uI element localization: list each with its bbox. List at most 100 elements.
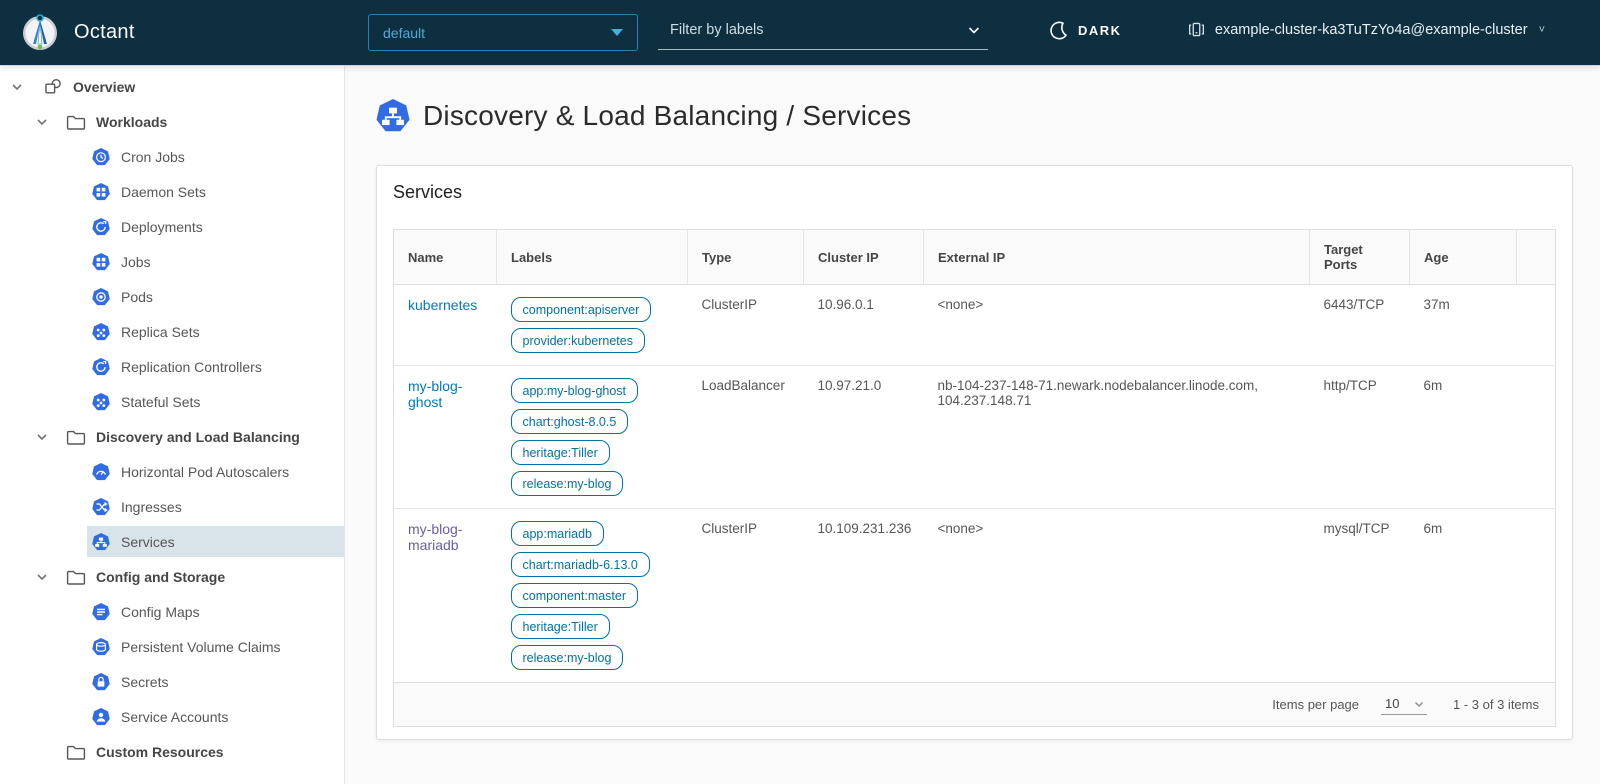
- cell-age: 37m: [1410, 285, 1517, 366]
- sidebar-link-services[interactable]: Services: [87, 526, 344, 557]
- cell-target-ports: http/TCP: [1310, 366, 1410, 509]
- sidebar-item-label: Jobs: [121, 254, 151, 270]
- sidebar-item-pods[interactable]: Pods: [0, 279, 344, 314]
- sidebar-item-deployments[interactable]: Deployments: [0, 209, 344, 244]
- sidebar-item-label: Deployments: [121, 219, 203, 235]
- sidebar-link-service-accounts[interactable]: Service Accounts: [87, 701, 344, 732]
- replica-sets-icon: [92, 323, 110, 341]
- sidebar-link-horizontal-pod-autoscalers[interactable]: Horizontal Pod Autoscalers: [87, 456, 344, 487]
- label-badge: heritage:Tiller: [511, 440, 610, 465]
- sidebar-item-persistent-volume-claims[interactable]: Persistent Volume Claims: [0, 629, 344, 664]
- cell-name: kubernetes: [394, 285, 497, 366]
- label-badge: component:master: [511, 583, 639, 608]
- label-badge: chart:ghost-8.0.5: [511, 409, 629, 434]
- cell-name: my-blog-mariadb: [394, 509, 497, 683]
- sidebar-item-custom-resources[interactable]: Custom Resources: [0, 734, 344, 769]
- sidebar-item-label: Pods: [121, 289, 153, 305]
- deployments-icon: [92, 218, 110, 236]
- sidebar-link-stateful-sets[interactable]: Stateful Sets: [87, 386, 344, 417]
- sidebar-item-label: Persistent Volume Claims: [121, 639, 281, 655]
- sidebar-item-services[interactable]: Services: [0, 524, 344, 559]
- items-per-page-select[interactable]: 10: [1381, 694, 1427, 715]
- sidebar-item-label: Ingresses: [121, 499, 182, 515]
- sidebar-link-deployments[interactable]: Deployments: [87, 211, 344, 242]
- cron-jobs-icon: [92, 148, 110, 166]
- services-card: Services NameLabelsTypeCluster IPExterna…: [376, 165, 1573, 740]
- sidebar-link-persistent-volume-claims[interactable]: Persistent Volume Claims: [87, 631, 344, 662]
- services-table: NameLabelsTypeCluster IPExternal IPTarge…: [393, 229, 1556, 683]
- column-header-age: Age: [1410, 230, 1517, 285]
- column-header-target-ports: Target Ports: [1310, 230, 1410, 285]
- column-header-stub: [1517, 230, 1556, 285]
- moon-icon: [1050, 21, 1069, 40]
- sidebar-item-config-maps[interactable]: Config Maps: [0, 594, 344, 629]
- folder-icon: [66, 428, 86, 446]
- cell-type: ClusterIP: [688, 509, 804, 683]
- sidebar-item-label: Services: [121, 534, 175, 550]
- sidebar-item-overview[interactable]: Overview: [0, 69, 344, 104]
- theme-toggle-label: DARK: [1078, 23, 1122, 38]
- label-filter-input[interactable]: Filter by labels: [658, 16, 988, 50]
- cell-external-ip: <none>: [924, 509, 1310, 683]
- label-badge: heritage:Tiller: [511, 614, 610, 639]
- service-link[interactable]: my-blog-ghost: [408, 378, 462, 410]
- sidebar-item-cron-jobs[interactable]: Cron Jobs: [0, 139, 344, 174]
- folder-icon: [66, 743, 86, 761]
- namespace-caret-icon: [611, 29, 623, 36]
- sidebar-item-label: Daemon Sets: [121, 184, 206, 200]
- sidebar-nav: OverviewWorkloads Cron Jobs Daemon Sets Dep…: [0, 65, 345, 784]
- sidebar-item-label: Stateful Sets: [121, 394, 200, 410]
- sidebar-link-secrets[interactable]: Secrets: [87, 666, 344, 697]
- table-footer: Items per page 10 1 - 3 of 3 items: [393, 683, 1556, 727]
- sidebar-item-ingresses[interactable]: Ingresses: [0, 489, 344, 524]
- sidebar-item-daemon-sets[interactable]: Daemon Sets: [0, 174, 344, 209]
- table-row: my-blog-mariadb app:mariadbchart:mariadb-…: [394, 509, 1556, 683]
- sidebar-item-service-accounts[interactable]: Service Accounts: [0, 699, 344, 734]
- cell-labels: app:mariadbchart:mariadb-6.13.0component…: [497, 509, 688, 683]
- sidebar-item-stateful-sets[interactable]: Stateful Sets: [0, 384, 344, 419]
- sidebar-item-horizontal-pod-autoscalers[interactable]: Horizontal Pod Autoscalers: [0, 454, 344, 489]
- sidebar-link-jobs[interactable]: Jobs: [87, 246, 344, 277]
- main-content: Discovery & Load Balancing / Services Se…: [345, 65, 1600, 784]
- cell-external-ip: nb-104-237-148-71.newark.nodebalancer.li…: [924, 366, 1310, 509]
- sidebar-link-ingresses[interactable]: Ingresses: [87, 491, 344, 522]
- sidebar-link-replica-sets[interactable]: Replica Sets: [87, 316, 344, 347]
- sidebar-item-replica-sets[interactable]: Replica Sets: [0, 314, 344, 349]
- sidebar-item-label: Horizontal Pod Autoscalers: [121, 464, 289, 480]
- sidebar-link-replication-controllers[interactable]: Replication Controllers: [87, 351, 344, 382]
- cell-name: my-blog-ghost: [394, 366, 497, 509]
- app-header: Octant default Filter by labels DARK exa…: [0, 0, 1600, 65]
- daemon-sets-icon: [92, 183, 110, 201]
- cluster-icon: [1187, 20, 1206, 39]
- octant-logo-icon: [20, 12, 60, 52]
- sidebar-item-label: Cron Jobs: [121, 149, 185, 165]
- card-title: Services: [393, 182, 1556, 203]
- sidebar-link-pods[interactable]: Pods: [87, 281, 344, 312]
- sidebar-item-secrets[interactable]: Secrets: [0, 664, 344, 699]
- cluster-context-select[interactable]: example-cluster-ka3TuTzYo4a@example-clus…: [1187, 20, 1545, 39]
- cell-stub: [1517, 285, 1556, 366]
- sidebar-link-config-maps[interactable]: Config Maps: [87, 596, 344, 627]
- column-header-name: Name: [394, 230, 497, 285]
- service-link[interactable]: kubernetes: [408, 297, 477, 313]
- items-per-page-caret-icon: [1413, 698, 1425, 710]
- service-link[interactable]: my-blog-mariadb: [408, 521, 462, 553]
- chevron-down-icon: [10, 80, 24, 94]
- sidebar-link-cron-jobs[interactable]: Cron Jobs: [87, 141, 344, 172]
- sidebar-item-workloads[interactable]: Workloads: [0, 104, 344, 139]
- sidebar-item-config-and-storage[interactable]: Config and Storage: [0, 559, 344, 594]
- chevron-down-icon: [35, 115, 49, 129]
- horizontal-pod-autoscalers-icon: [92, 463, 110, 481]
- sidebar-item-replication-controllers[interactable]: Replication Controllers: [0, 349, 344, 384]
- sidebar-link-daemon-sets[interactable]: Daemon Sets: [87, 176, 344, 207]
- theme-toggle[interactable]: DARK: [1050, 21, 1122, 40]
- label-badge: release:my-blog: [511, 471, 624, 496]
- sidebar-item-discovery-and-load-balancing[interactable]: Discovery and Load Balancing: [0, 419, 344, 454]
- config-maps-icon: [92, 603, 110, 621]
- pagination-range: 1 - 3 of 3 items: [1453, 697, 1539, 712]
- sidebar-item-label: Replica Sets: [121, 324, 200, 340]
- label-filter-placeholder: Filter by labels: [670, 22, 966, 38]
- objects-icon: [43, 77, 63, 97]
- sidebar-item-jobs[interactable]: Jobs: [0, 244, 344, 279]
- namespace-select[interactable]: default: [368, 14, 638, 51]
